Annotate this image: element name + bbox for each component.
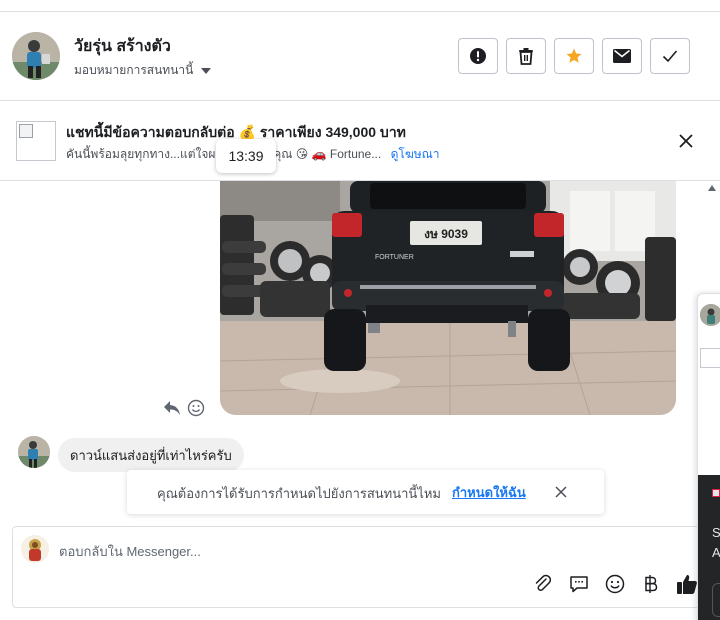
trash-icon (519, 48, 533, 65)
paperclip-icon (535, 574, 552, 591)
thumbs-up-icon (677, 575, 697, 594)
assign-suggestion-toast: คุณต้องการได้รับการกำหนดไปยังการสนทนานี้… (127, 470, 604, 514)
emoji-icon (605, 574, 625, 594)
scroll-up-arrow[interactable] (708, 185, 716, 191)
done-button[interactable] (650, 38, 690, 74)
emoji-button[interactable] (603, 572, 627, 596)
smiley-icon (187, 399, 205, 417)
customer-avatar[interactable] (18, 436, 50, 468)
checkmark-icon (662, 50, 678, 63)
flag-icon (712, 489, 720, 497)
saved-replies-button[interactable] (567, 572, 591, 596)
contact-avatar[interactable] (12, 32, 60, 80)
saved-reply-icon (570, 576, 588, 593)
exclamation-circle-icon (470, 48, 486, 64)
assign-conversation-dropdown[interactable]: มอบหมายการสนทนานี้ (74, 61, 212, 80)
message-composer (12, 526, 702, 608)
assign-to-me-link[interactable]: กำหนดให้ฉัน (452, 482, 526, 503)
star-icon (566, 48, 582, 63)
side-panel-letter-a: A (712, 545, 720, 560)
license-plate-text: งษ 9039 (424, 227, 468, 241)
side-panel-letter-s: S (712, 525, 720, 540)
side-panel-thumbnail[interactable] (700, 348, 720, 368)
assign-label: มอบหมายการสนทนานี้ (74, 63, 194, 77)
side-chat-panel[interactable]: S A (697, 293, 720, 620)
dismiss-suggestion-button[interactable] (553, 484, 569, 500)
reply-button[interactable] (163, 400, 181, 421)
attach-file-button[interactable] (531, 572, 555, 596)
star-button[interactable] (554, 38, 594, 74)
reply-icon (164, 401, 180, 415)
close-icon (555, 486, 567, 498)
envelope-icon (613, 49, 631, 63)
assign-suggestion-text: คุณต้องการได้รับการกำหนดไปยังการสนทนานี้… (157, 486, 441, 501)
close-icon (679, 134, 693, 148)
close-ad-banner-button[interactable] (676, 131, 696, 151)
fortuner-badge: FORTUNER (375, 254, 414, 261)
view-ad-link[interactable]: ดูโฆษณา (391, 147, 440, 161)
customer-message-bubble[interactable]: ดาวน์แสนส่งอยู่ที่เท่าไหร่ครับ (58, 438, 244, 472)
top-strip (0, 0, 720, 12)
car-photo-message[interactable]: งษ 9039 FORTUNER (220, 181, 676, 415)
side-panel-avatar[interactable] (700, 304, 720, 326)
delete-button[interactable] (506, 38, 546, 74)
ad-reply-banner: แชทนี้มีข้อความตอบกลับต่อ 💰 ราคาเพียง 34… (0, 101, 720, 181)
mark-unread-button[interactable] (602, 38, 642, 74)
ad-thumbnail-image[interactable] (16, 121, 56, 161)
side-panel-dark-section: S A (698, 475, 720, 620)
react-button[interactable] (187, 399, 205, 422)
like-button[interactable] (675, 572, 699, 596)
side-panel-button[interactable] (712, 583, 720, 617)
conversation-header: วัยรุ่น สร้างตัว มอบหมายการสนทนานี้ (0, 12, 720, 101)
payment-button[interactable] (639, 572, 663, 596)
timestamp-tooltip: 13:39 (216, 139, 276, 173)
report-button[interactable] (458, 38, 498, 74)
caret-down-icon (201, 67, 212, 74)
page-avatar (21, 535, 49, 563)
reply-input[interactable] (59, 540, 659, 562)
baht-icon (645, 575, 658, 593)
contact-name: วัยรุ่น สร้างตัว (74, 38, 171, 55)
